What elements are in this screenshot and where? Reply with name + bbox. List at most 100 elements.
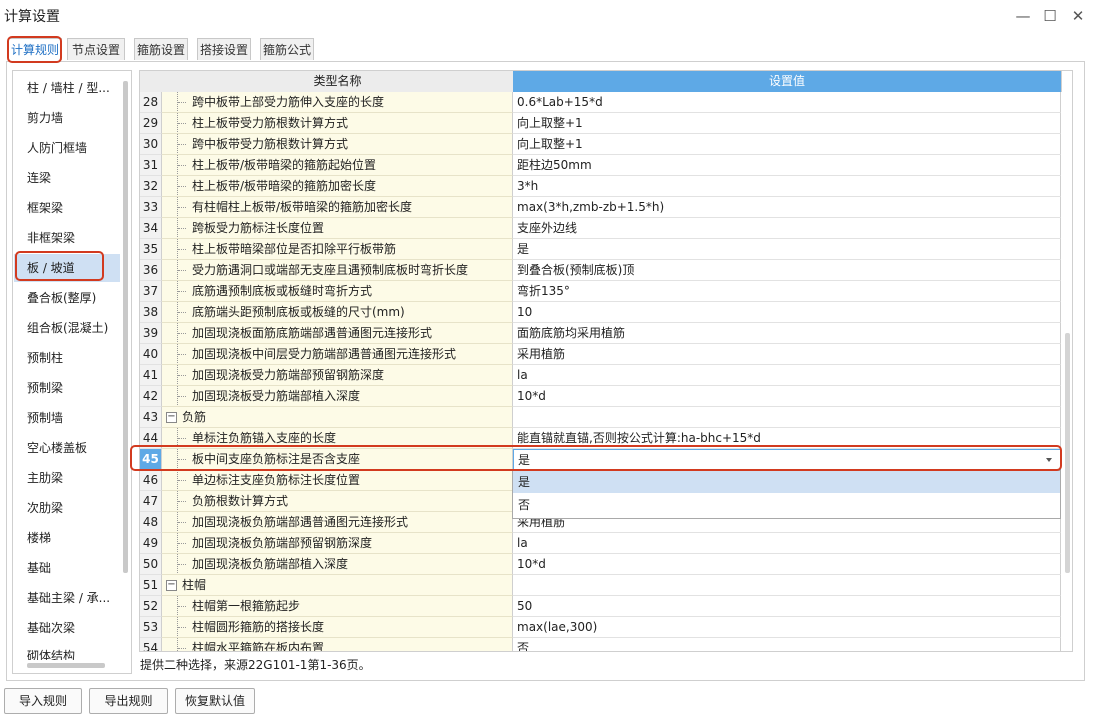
collapse-icon[interactable]: −	[166, 412, 177, 423]
setting-value-cell[interactable]	[513, 575, 1061, 596]
table-row[interactable]: 30 跨中板带受力筋根数计算方式 向上取整+1	[140, 134, 1061, 155]
sidebar-item[interactable]: 人防门框墙	[14, 134, 120, 162]
export-rules-button[interactable]: 导出规则	[89, 688, 168, 714]
sidebar-item[interactable]: 主肋梁	[14, 464, 120, 492]
table-row[interactable]: 33 有柱帽柱上板带/板带暗梁的箍筋加密长度 max(3*h,zmb-zb+1.5*…	[140, 197, 1061, 218]
type-name-cell: 有柱帽柱上板带/板带暗梁的箍筋加密长度	[162, 197, 513, 218]
setting-value-cell[interactable]: 是	[513, 239, 1061, 260]
setting-value-cell[interactable]: 向上取整+1	[513, 134, 1061, 155]
setting-value-cell[interactable]: max(3*h,zmb-zb+1.5*h)	[513, 197, 1061, 218]
setting-value-cell[interactable]: 否	[513, 638, 1061, 652]
minimize-icon[interactable]: —	[1011, 4, 1035, 28]
type-name-label: 单标注负筋锚入支座的长度	[192, 431, 337, 445]
tab-node-settings[interactable]: 节点设置	[67, 38, 125, 60]
type-name-cell: 柱帽第一根箍筋起步	[162, 596, 513, 617]
setting-value-text: 50	[517, 599, 533, 613]
group-row[interactable]: 43− 负筋	[140, 407, 1061, 428]
tab-stirrup-formula[interactable]: 箍筋公式	[260, 38, 314, 60]
dropdown-option-yes[interactable]: 是	[513, 471, 1060, 493]
table-row[interactable]: 31 柱上板带/板带暗梁的箍筋起始位置 距柱边50mm	[140, 155, 1061, 176]
sidebar-horizontal-scrollbar[interactable]	[27, 663, 105, 668]
tab-calc-rules[interactable]: 计算规则	[8, 38, 62, 60]
setting-value-cell[interactable]: 10*d	[513, 554, 1061, 575]
type-name-label: 柱上板带暗梁部位是否扣除平行板带筋	[192, 242, 397, 256]
setting-value-cell[interactable]: 采用植筋	[513, 344, 1061, 365]
sidebar-item[interactable]: 预制墙	[14, 404, 120, 432]
table-row[interactable]: 44 单标注负筋锚入支座的长度 能直锚就直锚,否则按公式计算:ha-bhc+15*d	[140, 428, 1061, 449]
sidebar-item[interactable]: 连梁	[14, 164, 120, 192]
setting-value-text: 否	[517, 641, 530, 652]
table-row[interactable]: 40 加固现浇板中间层受力筋端部遇普通图元连接形式 采用植筋	[140, 344, 1061, 365]
import-rules-button[interactable]: 导入规则	[4, 688, 82, 714]
table-row[interactable]: 35 柱上板带暗梁部位是否扣除平行板带筋 是	[140, 239, 1061, 260]
sidebar-item[interactable]: 楼梯	[14, 524, 120, 552]
sidebar-item[interactable]: 框架梁	[14, 194, 120, 222]
table-row[interactable]: 37 底筋遇预制底板或板缝时弯折方式 弯折135°	[140, 281, 1061, 302]
sidebar-item[interactable]: 基础次梁	[14, 614, 120, 642]
setting-value-cell[interactable]: 3*h	[513, 176, 1061, 197]
setting-value-cell[interactable]: 到叠合板(预制底板)顶	[513, 260, 1061, 281]
table-row[interactable]: 28 跨中板带上部受力筋伸入支座的长度 0.6*Lab+15*d	[140, 92, 1061, 113]
sidebar-item[interactable]: 预制梁	[14, 374, 120, 402]
setting-value-cell[interactable]: 10	[513, 302, 1061, 323]
collapse-icon[interactable]: −	[166, 580, 177, 591]
sidebar-item[interactable]: 基础	[14, 554, 120, 582]
setting-value-cell[interactable]: 50	[513, 596, 1061, 617]
maximize-icon[interactable]: ☐	[1038, 4, 1062, 28]
sidebar-item[interactable]: 剪力墙	[14, 104, 120, 132]
setting-value-cell[interactable]: la	[513, 533, 1061, 554]
setting-value-combobox[interactable]: 是	[513, 449, 1061, 470]
grid-vertical-scrollbar[interactable]	[1065, 333, 1070, 573]
tab-lap-settings[interactable]: 搭接设置	[197, 38, 251, 60]
setting-value-cell[interactable]: 面筋底筋均采用植筋	[513, 323, 1061, 344]
table-row[interactable]: 36 受力筋遇洞口或端部无支座且遇预制底板时弯折长度 到叠合板(预制底板)顶	[140, 260, 1061, 281]
tree-line	[172, 218, 186, 238]
restore-defaults-button[interactable]: 恢复默认值	[175, 688, 255, 714]
table-row[interactable]: 29 柱上板带受力筋根数计算方式 向上取整+1	[140, 113, 1061, 134]
tab-stirrup-settings[interactable]: 箍筋设置	[134, 38, 188, 60]
sidebar-item[interactable]: 组合板(混凝土)	[14, 314, 120, 342]
table-row[interactable]: 39 加固现浇板面筋底筋端部遇普通图元连接形式 面筋底筋均采用植筋	[140, 323, 1061, 344]
table-row[interactable]: 45 板中间支座负筋标注是否含支座 是	[140, 449, 1061, 470]
setting-value-cell[interactable]: 10*d	[513, 386, 1061, 407]
sidebar-item[interactable]: 砌体结构	[14, 644, 120, 660]
setting-value-cell[interactable]: 支座外边线	[513, 218, 1061, 239]
table-row[interactable]: 50 加固现浇板负筋端部植入深度 10*d	[140, 554, 1061, 575]
table-row[interactable]: 49 加固现浇板负筋端部预留钢筋深度 la	[140, 533, 1061, 554]
sidebar-item[interactable]: 柱 / 墙柱 / 型...	[14, 74, 120, 102]
sidebar-item[interactable]: 叠合板(整厚)	[14, 284, 120, 312]
type-name-cell: 单边标注支座负筋标注长度位置	[162, 470, 513, 491]
setting-value-cell[interactable]	[513, 407, 1061, 428]
table-row[interactable]: 32 柱上板带/板带暗梁的箍筋加密长度 3*h	[140, 176, 1061, 197]
type-name-label: 柱上板带/板带暗梁的箍筋加密长度	[192, 179, 377, 193]
chevron-down-icon[interactable]	[1046, 458, 1052, 462]
setting-value-cell[interactable]: 向上取整+1	[513, 113, 1061, 134]
table-row[interactable]: 53 柱帽圆形箍筋的搭接长度 max(lae,300)	[140, 617, 1061, 638]
tree-line	[172, 428, 186, 448]
sidebar-vertical-scrollbar[interactable]	[123, 81, 128, 573]
setting-value-cell[interactable]: 弯折135°	[513, 281, 1061, 302]
table-row[interactable]: 54 柱帽水平箍筋在板内布置 否	[140, 638, 1061, 652]
sidebar-item[interactable]: 空心楼盖板	[14, 434, 120, 462]
sidebar-item[interactable]: 预制柱	[14, 344, 120, 372]
table-row[interactable]: 42 加固现浇板受力筋端部植入深度 10*d	[140, 386, 1061, 407]
setting-value-cell[interactable]: 0.6*Lab+15*d	[513, 92, 1061, 113]
setting-value-cell[interactable]: 距柱边50mm	[513, 155, 1061, 176]
group-row[interactable]: 51− 柱帽	[140, 575, 1061, 596]
table-row[interactable]: 38 底筋端头距预制底板或板缝的尺寸(mm) 10	[140, 302, 1061, 323]
tree-line	[172, 617, 186, 637]
type-name-label: 柱帽第一根箍筋起步	[192, 599, 301, 613]
sidebar-item[interactable]: 非框架梁	[14, 224, 120, 252]
table-row[interactable]: 34 跨板受力筋标注长度位置 支座外边线	[140, 218, 1061, 239]
dropdown-option-no[interactable]: 否	[513, 494, 1060, 516]
table-row[interactable]: 52 柱帽第一根箍筋起步 50	[140, 596, 1061, 617]
setting-value-cell[interactable]: la	[513, 365, 1061, 386]
close-icon[interactable]: ✕	[1066, 4, 1090, 28]
sidebar-item[interactable]: 基础主梁 / 承...	[14, 584, 120, 612]
sidebar-item-slab-ramp[interactable]: 板 / 坡道	[14, 254, 120, 282]
setting-value-text: 支座外边线	[517, 221, 578, 235]
setting-value-cell[interactable]: max(lae,300)	[513, 617, 1061, 638]
setting-value-cell[interactable]: 能直锚就直锚,否则按公式计算:ha-bhc+15*d	[513, 428, 1061, 449]
sidebar-item[interactable]: 次肋梁	[14, 494, 120, 522]
table-row[interactable]: 41 加固现浇板受力筋端部预留钢筋深度 la	[140, 365, 1061, 386]
